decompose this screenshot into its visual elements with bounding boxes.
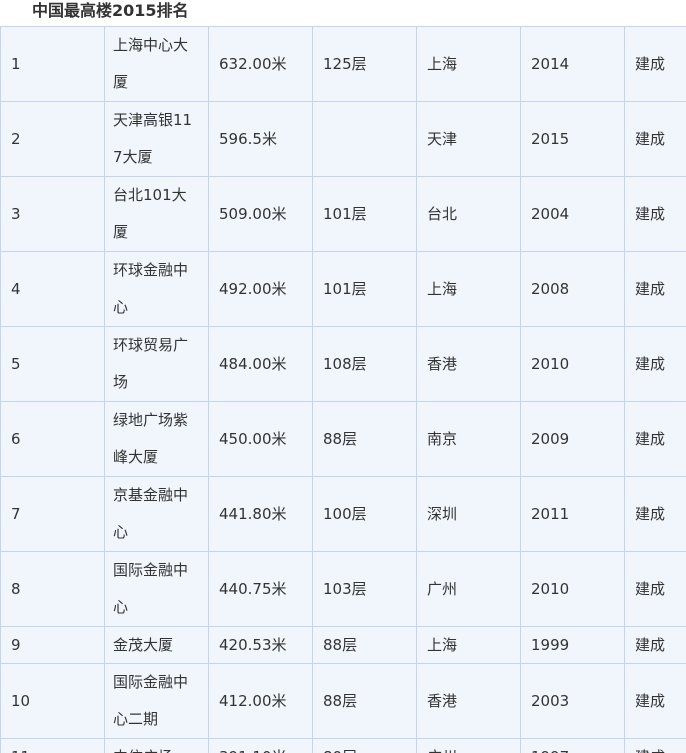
floors-cell: 101层	[312, 176, 417, 252]
page-title: 中国最高楼2015排名	[32, 1, 189, 20]
rank-cell: 3	[0, 176, 105, 252]
city-cell: 香港	[416, 663, 521, 739]
table-row: 2 天津高银117大厦 596.5米 天津 2015 建成	[0, 101, 686, 177]
year-cell: 1997	[520, 738, 625, 753]
status-cell: 建成	[624, 101, 686, 177]
rank-cell: 4	[0, 251, 105, 327]
building-name-cell: 台北101大厦	[104, 176, 209, 252]
year-cell: 1999	[520, 626, 625, 664]
height-cell: 412.00米	[208, 663, 313, 739]
page: 中国最高楼2015排名 1 上海中心大厦 632.00米 125层 上海 201…	[0, 0, 686, 753]
status-cell: 建成	[624, 738, 686, 753]
height-cell: 450.00米	[208, 401, 313, 477]
height-cell: 596.5米	[208, 101, 313, 177]
floors-cell: 125层	[312, 26, 417, 102]
year-cell: 2008	[520, 251, 625, 327]
height-cell: 492.00米	[208, 251, 313, 327]
year-cell: 2010	[520, 326, 625, 402]
rank-cell: 1	[0, 26, 105, 102]
status-cell: 建成	[624, 663, 686, 739]
table-row: 8 国际金融中心 440.75米 103层 广州 2010 建成	[0, 551, 686, 627]
status-cell: 建成	[624, 401, 686, 477]
year-cell: 2003	[520, 663, 625, 739]
building-name-cell: 天津高银117大厦	[104, 101, 209, 177]
floors-cell: 108层	[312, 326, 417, 402]
city-cell: 香港	[416, 326, 521, 402]
height-cell: 484.00米	[208, 326, 313, 402]
building-name-cell: 中信广场	[104, 738, 209, 753]
city-cell: 南京	[416, 401, 521, 477]
height-cell: 441.80米	[208, 476, 313, 552]
table-row: 11 中信广场 391.10米 80层 广州 1997 建成	[0, 738, 686, 753]
building-name-cell: 环球金融中心	[104, 251, 209, 327]
status-cell: 建成	[624, 26, 686, 102]
table-row: 6 绿地广场紫峰大厦 450.00米 88层 南京 2009 建成	[0, 401, 686, 477]
building-name-cell: 京基金融中心	[104, 476, 209, 552]
table-row: 5 环球贸易广场 484.00米 108层 香港 2010 建成	[0, 326, 686, 402]
floors-cell: 88层	[312, 626, 417, 664]
city-cell: 天津	[416, 101, 521, 177]
table-row: 3 台北101大厦 509.00米 101层 台北 2004 建成	[0, 176, 686, 252]
city-cell: 深圳	[416, 476, 521, 552]
height-cell: 440.75米	[208, 551, 313, 627]
year-cell: 2014	[520, 26, 625, 102]
rank-cell: 7	[0, 476, 105, 552]
floors-cell: 103层	[312, 551, 417, 627]
city-cell: 上海	[416, 626, 521, 664]
table-row: 9 金茂大厦 420.53米 88层 上海 1999 建成	[0, 626, 686, 664]
building-name-cell: 国际金融中心	[104, 551, 209, 627]
rank-cell: 5	[0, 326, 105, 402]
ranking-table: 1 上海中心大厦 632.00米 125层 上海 2014 建成 2 天津高银1…	[0, 26, 686, 753]
status-cell: 建成	[624, 626, 686, 664]
rank-cell: 11	[0, 738, 105, 753]
building-name-cell: 绿地广场紫峰大厦	[104, 401, 209, 477]
year-cell: 2009	[520, 401, 625, 477]
floors-cell	[312, 101, 417, 177]
year-cell: 2011	[520, 476, 625, 552]
floors-cell: 100层	[312, 476, 417, 552]
table-row: 1 上海中心大厦 632.00米 125层 上海 2014 建成	[0, 26, 686, 102]
year-cell: 2010	[520, 551, 625, 627]
table-row: 7 京基金融中心 441.80米 100层 深圳 2011 建成	[0, 476, 686, 552]
rank-cell: 8	[0, 551, 105, 627]
status-cell: 建成	[624, 476, 686, 552]
table-row: 10 国际金融中心二期 412.00米 88层 香港 2003 建成	[0, 663, 686, 739]
year-cell: 2015	[520, 101, 625, 177]
building-name-cell: 金茂大厦	[104, 626, 209, 664]
rank-cell: 2	[0, 101, 105, 177]
table-row: 4 环球金融中心 492.00米 101层 上海 2008 建成	[0, 251, 686, 327]
building-name-cell: 环球贸易广场	[104, 326, 209, 402]
floors-cell: 101层	[312, 251, 417, 327]
rank-cell: 6	[0, 401, 105, 477]
building-name-cell: 上海中心大厦	[104, 26, 209, 102]
building-name-cell: 国际金融中心二期	[104, 663, 209, 739]
height-cell: 509.00米	[208, 176, 313, 252]
status-cell: 建成	[624, 551, 686, 627]
status-cell: 建成	[624, 326, 686, 402]
city-cell: 广州	[416, 551, 521, 627]
city-cell: 广州	[416, 738, 521, 753]
height-cell: 420.53米	[208, 626, 313, 664]
floors-cell: 88层	[312, 401, 417, 477]
floors-cell: 80层	[312, 738, 417, 753]
city-cell: 上海	[416, 251, 521, 327]
status-cell: 建成	[624, 251, 686, 327]
height-cell: 632.00米	[208, 26, 313, 102]
city-cell: 上海	[416, 26, 521, 102]
rank-cell: 9	[0, 626, 105, 664]
floors-cell: 88层	[312, 663, 417, 739]
rank-cell: 10	[0, 663, 105, 739]
year-cell: 2004	[520, 176, 625, 252]
city-cell: 台北	[416, 176, 521, 252]
status-cell: 建成	[624, 176, 686, 252]
height-cell: 391.10米	[208, 738, 313, 753]
